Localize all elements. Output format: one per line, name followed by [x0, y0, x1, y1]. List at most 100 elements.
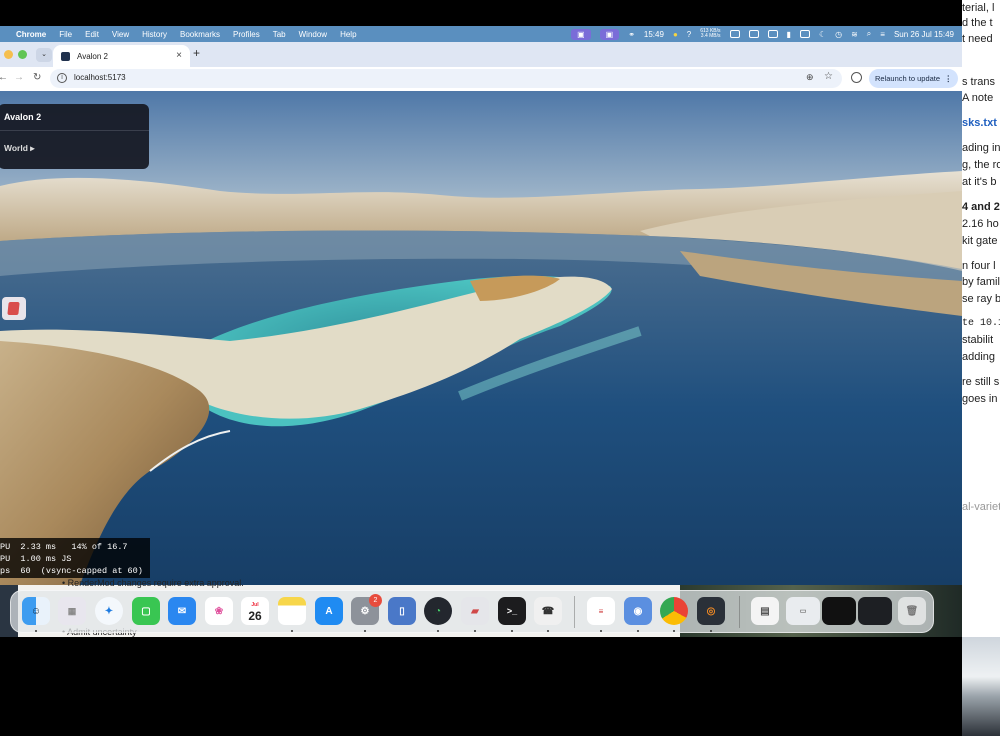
- bg-doc-link: sks.txt: [962, 117, 997, 129]
- menu-history[interactable]: History: [142, 30, 167, 39]
- menu-help[interactable]: Help: [340, 30, 356, 39]
- menu-tab[interactable]: Tab: [273, 30, 286, 39]
- screen-record-icon[interactable]: ▣: [571, 28, 591, 40]
- settings-badge: 2: [369, 594, 382, 607]
- running-indicator: [600, 630, 602, 632]
- zoom-window-button[interactable]: [18, 50, 27, 59]
- window-layout-icon[interactable]: [729, 30, 740, 38]
- menu-window[interactable]: Window: [299, 30, 327, 39]
- display-icon[interactable]: [767, 30, 778, 38]
- bg-doc-line: s trans: [962, 76, 996, 88]
- close-tab-icon[interactable]: ×: [176, 50, 182, 61]
- simulator-icon[interactable]: ▯: [388, 597, 416, 625]
- wifi-icon[interactable]: ≋: [851, 30, 858, 39]
- xcode-icon[interactable]: ▰: [461, 597, 489, 625]
- help-icon[interactable]: ?: [687, 30, 691, 39]
- messages-icon[interactable]: ▢: [132, 597, 160, 625]
- running-indicator: [673, 630, 675, 632]
- focus-moon-icon[interactable]: ☾: [819, 30, 826, 39]
- running-indicator: [511, 630, 513, 632]
- bg-doc-line: se ray b: [962, 293, 1000, 305]
- running-indicator: [547, 630, 549, 632]
- bg-doc-line: goes in: [962, 393, 998, 405]
- running-indicator: [710, 630, 712, 632]
- chrome-icon[interactable]: [660, 597, 688, 625]
- blender-icon[interactable]: ◎: [697, 597, 725, 625]
- finder-helper-icon[interactable]: ◉: [624, 597, 652, 625]
- cube-tool-icon: [7, 302, 20, 315]
- menubar-clock-short[interactable]: 15:49: [644, 30, 664, 39]
- menu-bookmarks[interactable]: Bookmarks: [180, 30, 220, 39]
- textedit-icon[interactable]: ≡: [587, 597, 615, 625]
- dock-separator: [739, 596, 740, 628]
- zoom-icon[interactable]: ⊕: [806, 72, 814, 83]
- launchpad-icon[interactable]: ▦: [58, 597, 86, 625]
- menubar-datetime[interactable]: Sun 26 Jul 15:49: [894, 30, 954, 39]
- photos-icon[interactable]: ❀: [205, 597, 233, 625]
- window-thumb-icon[interactable]: [822, 597, 856, 625]
- menu-edit[interactable]: Edit: [85, 30, 99, 39]
- bg-doc-line: at it's b: [962, 176, 997, 188]
- tab-search-dropdown-icon[interactable]: ⌄: [36, 48, 52, 62]
- stats-gpu-line: PU 2.33 ms 14% of 16.7: [0, 542, 128, 552]
- performance-stats-overlay: PU 2.33 ms 14% of 16.7 PU 1.00 ms JS ps …: [0, 538, 150, 578]
- forward-arrow-icon[interactable]: →: [14, 72, 24, 83]
- bg-doc-line: 2.16 ho: [962, 218, 999, 230]
- world-control-panel: Avalon 2 World ▸: [0, 104, 149, 169]
- bg-doc-line: te 10.1: [962, 318, 1000, 329]
- finder-icon[interactable]: ☺: [22, 597, 50, 625]
- back-arrow-icon[interactable]: ←: [0, 72, 8, 83]
- window-thumb2-icon[interactable]: [858, 597, 892, 625]
- panel-title: Avalon 2: [4, 112, 42, 122]
- new-tab-button[interactable]: +: [193, 46, 200, 60]
- dock-separator: [574, 596, 575, 628]
- notes-icon[interactable]: [278, 597, 306, 625]
- running-indicator: [364, 630, 366, 632]
- mail-icon[interactable]: ✉: [168, 597, 196, 625]
- bg-doc-line: by famil: [962, 276, 1000, 288]
- profile-avatar-icon[interactable]: [851, 72, 862, 83]
- address-url[interactable]: localhost:5173: [74, 73, 126, 82]
- relaunch-to-update-button[interactable]: Relaunch to update ⋮: [869, 69, 958, 88]
- network-speed-readout: 613 KB/s 3.4 MB/s: [700, 29, 720, 39]
- bg-doc-line: ading in: [962, 142, 1000, 154]
- bg-doc-line: n four l: [962, 260, 996, 272]
- screen-icon[interactable]: [799, 30, 810, 38]
- chrome-menu-icon[interactable]: ⋮: [945, 69, 953, 88]
- time-machine-icon[interactable]: ◷: [835, 30, 842, 39]
- reload-icon[interactable]: ↻: [33, 72, 41, 83]
- preview-icon[interactable]: ▤: [751, 597, 779, 625]
- control-center-icon[interactable]: ≡: [880, 30, 885, 39]
- minimize-window-button[interactable]: [4, 50, 13, 59]
- app-tool-button[interactable]: [2, 297, 26, 320]
- menu-file[interactable]: File: [59, 30, 72, 39]
- world-section-toggle[interactable]: World ▸: [4, 143, 35, 154]
- address-bar[interactable]: i localhost:5173 ⊕ ☆: [50, 69, 842, 88]
- menu-view[interactable]: View: [112, 30, 129, 39]
- menu-app-chrome[interactable]: Chrome: [16, 30, 46, 39]
- spotlight-search-icon[interactable]: ⌕: [867, 29, 871, 39]
- terminal-icon[interactable]: >_: [498, 597, 526, 625]
- app-store-icon[interactable]: A: [315, 597, 343, 625]
- phone-icon[interactable]: ☎: [534, 597, 562, 625]
- trash-icon[interactable]: 🗑: [898, 597, 926, 625]
- running-indicator: [474, 630, 476, 632]
- screen-share-icon[interactable]: ▣: [599, 28, 620, 40]
- link-icon[interactable]: ⚭: [628, 30, 635, 39]
- site-info-icon[interactable]: i: [57, 73, 67, 83]
- net-down: 3.4 MB/s: [700, 33, 721, 39]
- stats-fps-line: ps 60 (vsync-capped at 60): [0, 566, 143, 576]
- emoji-icon[interactable]: ●: [673, 30, 678, 39]
- battery-icon[interactable]: ▮: [787, 30, 791, 39]
- activity-icon[interactable]: ◔: [424, 597, 452, 625]
- menu-profiles[interactable]: Profiles: [233, 30, 260, 39]
- panel-divider: [0, 130, 149, 131]
- bookmark-star-icon[interactable]: ☆: [824, 71, 833, 82]
- tab-avalon-2[interactable]: Avalon 2 ×: [53, 45, 190, 67]
- screenshot-icon[interactable]: ▭: [786, 597, 820, 625]
- running-indicator: [437, 630, 439, 632]
- calendar-icon[interactable]: Jul 26: [241, 597, 269, 625]
- safari-icon[interactable]: ✦: [95, 597, 123, 625]
- background-note-line: • RenderMod changes require extra approv…: [62, 578, 244, 588]
- window-layout2-icon[interactable]: [748, 30, 759, 38]
